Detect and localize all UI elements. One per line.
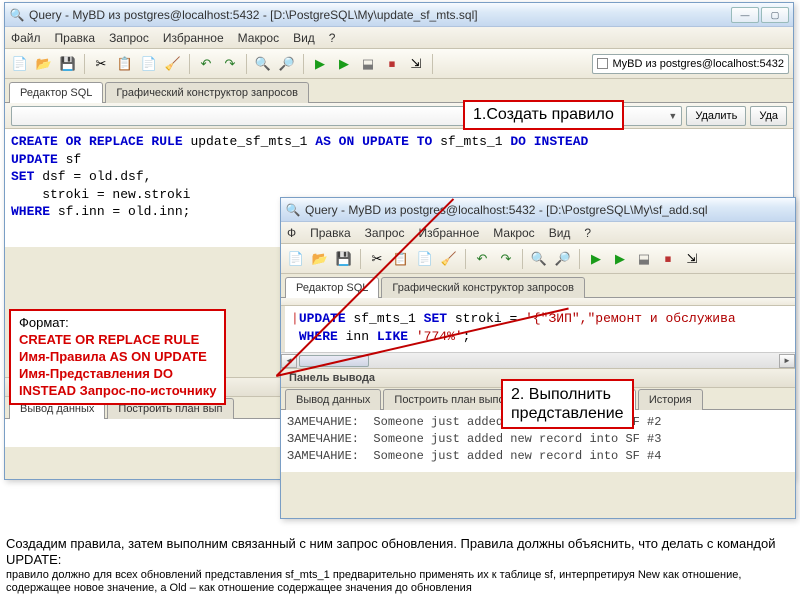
separator [522, 249, 523, 269]
format-line: CREATE OR REPLACE RULE [19, 332, 216, 349]
menu-macro[interactable]: Макрос [238, 31, 279, 45]
run-pg-icon[interactable]: ▶ [333, 53, 355, 75]
callout-text: 1.Создать правило [473, 106, 614, 123]
delete-button-2[interactable]: Уда [750, 106, 787, 126]
menu-fav[interactable]: Избранное [418, 226, 479, 240]
window-title-2: Query - MyBD из postgres@localhost:5432 … [305, 203, 791, 217]
menu-fav[interactable]: Избранное [163, 31, 224, 45]
redo-icon[interactable]: ↷ [495, 248, 517, 270]
app-icon: 🔍 [285, 202, 301, 218]
tab-sql-editor[interactable]: Редактор SQL [9, 82, 103, 103]
separator [303, 54, 304, 74]
run-pg-icon[interactable]: ▶ [609, 248, 631, 270]
callout-text: 2. Выполнить [511, 385, 624, 404]
menu-query[interactable]: Запрос [365, 226, 405, 240]
separator [432, 54, 433, 74]
footer-text: Создадим правила, затем выполним связанн… [6, 536, 794, 596]
menu-help[interactable]: ? [329, 31, 336, 45]
undo-icon[interactable]: ↶ [471, 248, 493, 270]
tab-designer[interactable]: Графический конструктор запросов [105, 82, 309, 103]
paste-icon[interactable]: 📄 [414, 248, 436, 270]
callout-format: Формат: CREATE OR REPLACE RULE Имя-Прави… [9, 309, 226, 405]
zoom-icon[interactable]: 🔎 [552, 248, 574, 270]
menubar-2: Ф Правка Запрос Избранное Макрос Вид ? [281, 222, 795, 244]
paste-icon[interactable]: 📄 [138, 53, 160, 75]
stop-icon[interactable]: ⏹ [381, 53, 403, 75]
find-icon[interactable]: 🔍 [528, 248, 550, 270]
callout-step1: 1.Создать правило [463, 100, 624, 130]
export-icon[interactable]: ⇲ [405, 53, 427, 75]
new-icon[interactable]: 📄 [9, 53, 31, 75]
menubar: Файл Правка Запрос Избранное Макрос Вид … [5, 27, 793, 49]
app-icon: 🔍 [9, 7, 25, 23]
save-icon[interactable]: 💾 [57, 53, 79, 75]
sql-editor-2[interactable]: |UPDATE sf_mts_1 SET stroki = '{"ЗИП","р… [281, 306, 795, 352]
export-icon[interactable]: ⇲ [681, 248, 703, 270]
editor-tabs: Редактор SQL Графический конструктор зап… [5, 79, 793, 103]
query-subbar-2 [281, 298, 795, 306]
menu-edit[interactable]: Правка [310, 226, 351, 240]
undo-icon[interactable]: ↶ [195, 53, 217, 75]
menu-edit[interactable]: Правка [55, 31, 96, 45]
callout-text: представление [511, 404, 624, 423]
redo-icon[interactable]: ↷ [219, 53, 241, 75]
maximize-button[interactable]: ▢ [761, 7, 789, 23]
footer-p1: Создадим правила, затем выполним связанн… [6, 536, 794, 569]
separator [84, 54, 85, 74]
format-line: Имя-Представления DO [19, 366, 216, 383]
footer-p2: правило должно для всех обновлений предс… [6, 569, 794, 597]
minimize-button[interactable]: — [731, 7, 759, 23]
window-title: Query - MyBD из postgres@localhost:5432 … [29, 8, 731, 22]
run-icon[interactable]: ▶ [309, 53, 331, 75]
db-selector[interactable]: MyBD из postgres@localhost:5432 [592, 54, 789, 74]
menu-file[interactable]: Файл [11, 31, 41, 45]
open-icon[interactable]: 📂 [33, 53, 55, 75]
tab-output-hist[interactable]: История [638, 389, 703, 410]
explain-icon[interactable]: ⬓ [357, 53, 379, 75]
run-icon[interactable]: ▶ [585, 248, 607, 270]
open-icon[interactable]: 📂 [309, 248, 331, 270]
delete-button[interactable]: Удалить [686, 106, 746, 126]
clear-icon[interactable]: 🧹 [438, 248, 460, 270]
separator [360, 249, 361, 269]
titlebar-2[interactable]: 🔍 Query - MyBD из postgres@localhost:543… [281, 198, 795, 222]
explain-icon[interactable]: ⬓ [633, 248, 655, 270]
menu-file[interactable]: Ф [287, 226, 296, 240]
format-line: Имя-Правила AS ON UPDATE [19, 349, 216, 366]
db-label: MyBD из postgres@localhost:5432 [612, 58, 784, 70]
callout-step2: 2. Выполнить представление [501, 379, 634, 429]
scroll-right-icon[interactable]: ► [779, 354, 795, 368]
tab-output-data-2[interactable]: Вывод данных [285, 389, 381, 410]
find-icon[interactable]: 🔍 [252, 53, 274, 75]
format-title: Формат: [19, 315, 216, 332]
menu-query[interactable]: Запрос [109, 31, 149, 45]
scrollbar-horizontal[interactable]: ◄ ► [281, 352, 795, 368]
toolbar-2: 📄 📂 💾 ✂ 📋 📄 🧹 ↶ ↷ 🔍 🔎 ▶ ▶ ⬓ ⏹ ⇲ [281, 244, 795, 274]
menu-view[interactable]: Вид [293, 31, 315, 45]
stop-icon[interactable]: ⏹ [657, 248, 679, 270]
separator [189, 54, 190, 74]
copy-icon[interactable]: 📋 [114, 53, 136, 75]
new-icon[interactable]: 📄 [285, 248, 307, 270]
separator [465, 249, 466, 269]
menu-help[interactable]: ? [584, 226, 591, 240]
checkbox-icon[interactable] [597, 58, 608, 69]
tab-designer-2[interactable]: Графический конструктор запросов [381, 277, 585, 298]
zoom-icon[interactable]: 🔎 [276, 53, 298, 75]
titlebar[interactable]: 🔍 Query - MyBD из postgres@localhost:543… [5, 3, 793, 27]
cut-icon[interactable]: ✂ [90, 53, 112, 75]
save-icon[interactable]: 💾 [333, 248, 355, 270]
menu-view[interactable]: Вид [549, 226, 571, 240]
format-line: INSTEAD Запрос-по-источнику [19, 383, 216, 400]
menu-macro[interactable]: Макрос [493, 226, 534, 240]
query-subbar: ▼ Удалить Уда [5, 103, 793, 129]
toolbar: 📄 📂 💾 ✂ 📋 📄 🧹 ↶ ↷ 🔍 🔎 ▶ ▶ ⬓ ⏹ ⇲ MyBD из … [5, 49, 793, 79]
clear-icon[interactable]: 🧹 [162, 53, 184, 75]
chevron-down-icon: ▼ [668, 111, 677, 121]
separator [246, 54, 247, 74]
separator [579, 249, 580, 269]
